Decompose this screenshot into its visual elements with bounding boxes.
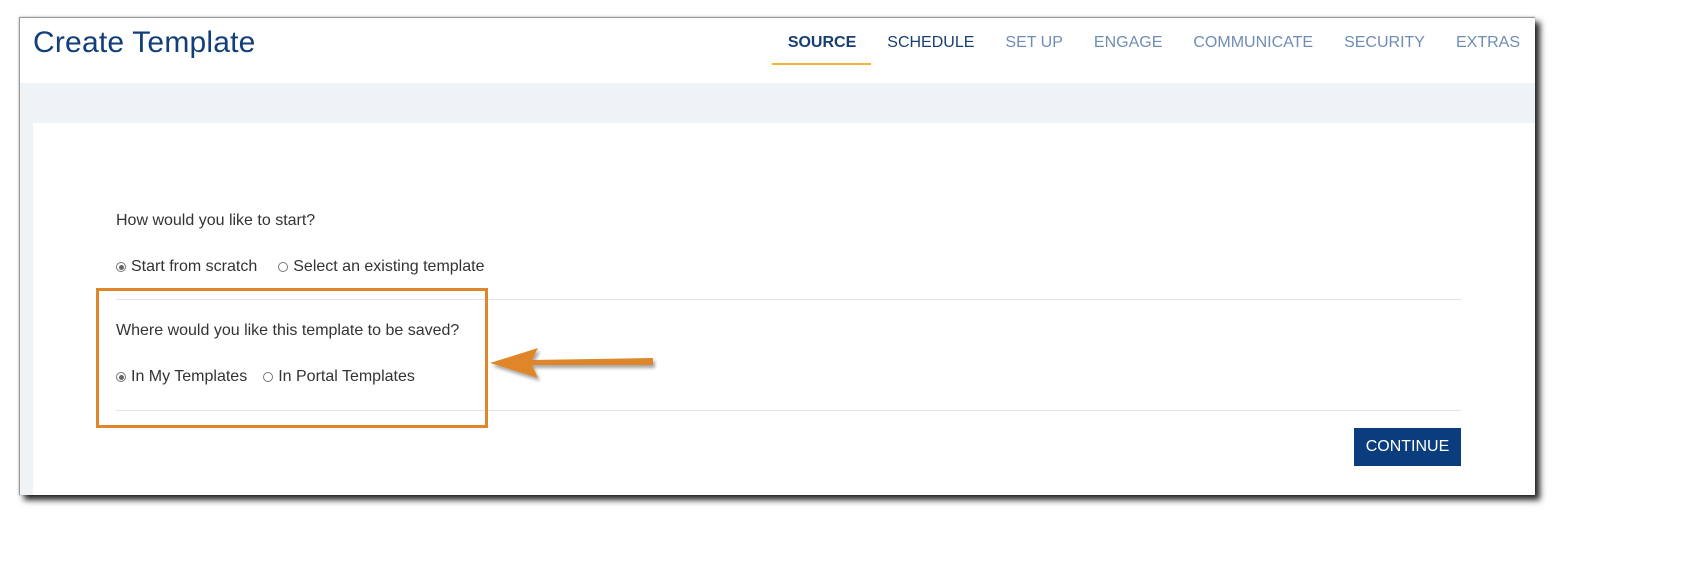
start-radio-group: Start from scratch Select an existing te… xyxy=(116,258,505,276)
radio-start-from-scratch[interactable]: Start from scratch xyxy=(116,258,257,276)
save-location-question: Where would you like this template to be… xyxy=(116,322,460,339)
tab-set-up[interactable]: SET UP xyxy=(989,18,1078,65)
radio-unchecked-icon[interactable] xyxy=(263,372,274,382)
form-panel xyxy=(33,123,1535,495)
create-template-window: Create Template SOURCE SCHEDULE SET UP E… xyxy=(19,17,1535,495)
step-tabs: SOURCE SCHEDULE SET UP ENGAGE COMMUNICAT… xyxy=(771,18,1535,83)
radio-label: In My Templates xyxy=(131,368,248,385)
divider xyxy=(116,410,1461,411)
radio-in-my-templates[interactable]: In My Templates xyxy=(116,368,247,386)
tab-security[interactable]: SECURITY xyxy=(1328,18,1440,65)
tab-engage[interactable]: ENGAGE xyxy=(1078,18,1177,65)
arrow-head xyxy=(490,348,653,378)
divider xyxy=(116,299,1461,300)
radio-checked-icon[interactable] xyxy=(116,372,126,382)
radio-checked-icon[interactable] xyxy=(116,262,126,272)
annotation-arrow-icon xyxy=(490,348,653,378)
tab-communicate[interactable]: COMMUNICATE xyxy=(1177,18,1328,65)
page-title: Create Template xyxy=(33,26,256,59)
start-question: How would you like to start? xyxy=(116,212,316,229)
continue-button[interactable]: CONTINUE xyxy=(1354,428,1461,466)
radio-select-existing-template[interactable]: Select an existing template xyxy=(278,258,484,276)
save-location-radio-group: In My Templates In Portal Templates xyxy=(116,368,436,386)
content-left-gutter xyxy=(20,123,33,495)
header: Create Template SOURCE SCHEDULE SET UP E… xyxy=(20,18,1535,83)
radio-unchecked-icon[interactable] xyxy=(278,262,289,272)
radio-label: Start from scratch xyxy=(131,258,258,275)
radio-in-portal-templates[interactable]: In Portal Templates xyxy=(263,368,415,386)
radio-label: Select an existing template xyxy=(293,258,485,275)
tab-schedule[interactable]: SCHEDULE xyxy=(871,18,989,65)
tab-extras[interactable]: EXTRAS xyxy=(1440,18,1535,65)
tab-source[interactable]: SOURCE xyxy=(771,18,872,65)
radio-label: In Portal Templates xyxy=(278,368,415,385)
header-separator-band xyxy=(20,83,1535,123)
